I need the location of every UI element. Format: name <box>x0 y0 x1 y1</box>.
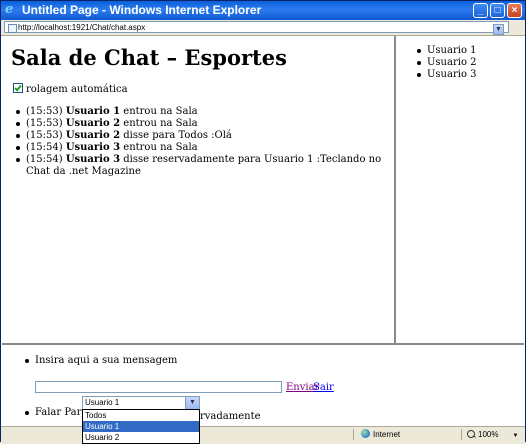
page-icon <box>8 24 17 33</box>
user-list: Usuario 1 Usuario 2 Usuario 3 <box>417 45 477 81</box>
message-list: (15:53) Usuario 1 entrou na Sala (15:53) … <box>16 106 386 178</box>
message-item: (15:54) Usuario 3 disse reservadamente p… <box>16 154 386 178</box>
message-item: (15:54) Usuario 3 entrou na Sala <box>16 142 386 154</box>
message-text: entrou na Sala <box>120 106 198 117</box>
message-user: Usuario 2 <box>65 118 121 129</box>
page-content: Sala de Chat – Esportes rolagem automáti… <box>2 36 524 444</box>
message-text: entrou na Sala <box>120 142 198 153</box>
recipient-dropdown: Todos Usuario 1 Usuario 2 <box>82 409 200 444</box>
minimize-icon[interactable]: _ <box>473 3 488 18</box>
message-time: (15:54) <box>26 142 63 153</box>
recipient-option[interactable]: Usuario 1 <box>83 421 199 432</box>
user-item: Usuario 1 <box>417 45 477 56</box>
message-user: Usuario 2 <box>65 130 121 141</box>
address-field[interactable]: http://localhost:1921/Chat/chat.aspx ▼ <box>4 21 509 35</box>
zoom-control[interactable]: 100% ▼ <box>467 427 518 444</box>
maximize-icon[interactable]: □ <box>490 3 505 18</box>
globe-icon <box>361 429 370 438</box>
message-item: (15:53) Usuario 2 disse para Todos :Olá <box>16 130 386 142</box>
address-dropdown-icon[interactable]: ▼ <box>493 24 504 35</box>
chat-frame: Sala de Chat – Esportes rolagem automáti… <box>2 36 396 343</box>
zoom-level: 100% <box>478 430 499 439</box>
address-bar: http://localhost:1921/Chat/chat.aspx ▼ <box>1 20 525 36</box>
recipient-option[interactable]: Usuario 2 <box>83 432 199 443</box>
security-zone: Internet <box>361 427 400 442</box>
message-item: (15:53) Usuario 1 entrou na Sala <box>16 106 386 118</box>
message-text: entrou na Sala <box>120 118 198 129</box>
autoscroll-label: rolagem automática <box>26 84 128 95</box>
recipient-select[interactable]: Usuario 1 ▼ <box>82 396 200 410</box>
chat-heading: Sala de Chat – Esportes <box>11 45 287 70</box>
message-time: (15:53) <box>26 130 63 141</box>
compose-frame: Insira aqui a sua mensagem Falar Para En… <box>2 343 524 444</box>
message-item: (15:53) Usuario 2 entrou na Sala <box>16 118 386 130</box>
message-user: Usuario 3 <box>65 142 121 153</box>
title-bar: e Untitled Page - Windows Internet Explo… <box>1 1 525 20</box>
window-title: Untitled Page - Windows Internet Explore… <box>22 3 262 17</box>
chevron-down-icon[interactable]: ▼ <box>185 397 199 409</box>
message-user: Usuario 1 <box>65 106 121 117</box>
compose-prompt: Insira aqui a sua mensagem <box>24 355 178 366</box>
message-time: (15:53) <box>26 118 63 129</box>
user-item: Usuario 2 <box>417 57 477 68</box>
message-time: (15:53) <box>26 106 63 117</box>
message-text: disse para Todos :Olá <box>120 130 232 141</box>
close-icon[interactable]: × <box>507 3 522 18</box>
recipient-option[interactable]: Todos <box>83 410 199 421</box>
zone-label: Internet <box>373 430 401 439</box>
ie-logo-icon: e <box>5 2 14 17</box>
exit-link[interactable]: Sair <box>313 382 334 393</box>
autoscroll-checkbox[interactable] <box>13 83 23 93</box>
browser-window: e Untitled Page - Windows Internet Explo… <box>0 0 526 444</box>
message-user: Usuario 3 <box>65 154 121 165</box>
recipient-selected: Usuario 1 <box>85 398 120 407</box>
users-frame: Usuario 1 Usuario 2 Usuario 3 <box>396 36 524 343</box>
address-text: http://localhost:1921/Chat/chat.aspx <box>18 23 146 32</box>
message-input[interactable] <box>35 381 282 393</box>
autoscroll-row: rolagem automática <box>13 83 128 95</box>
magnifier-icon <box>467 430 475 438</box>
status-bar: Internet 100% ▼ <box>1 426 525 442</box>
to-label: Falar Para <box>24 407 88 418</box>
private-label-partial: rvadamente <box>200 411 261 422</box>
user-item: Usuario 3 <box>417 69 477 80</box>
message-time: (15:54) <box>26 154 63 165</box>
